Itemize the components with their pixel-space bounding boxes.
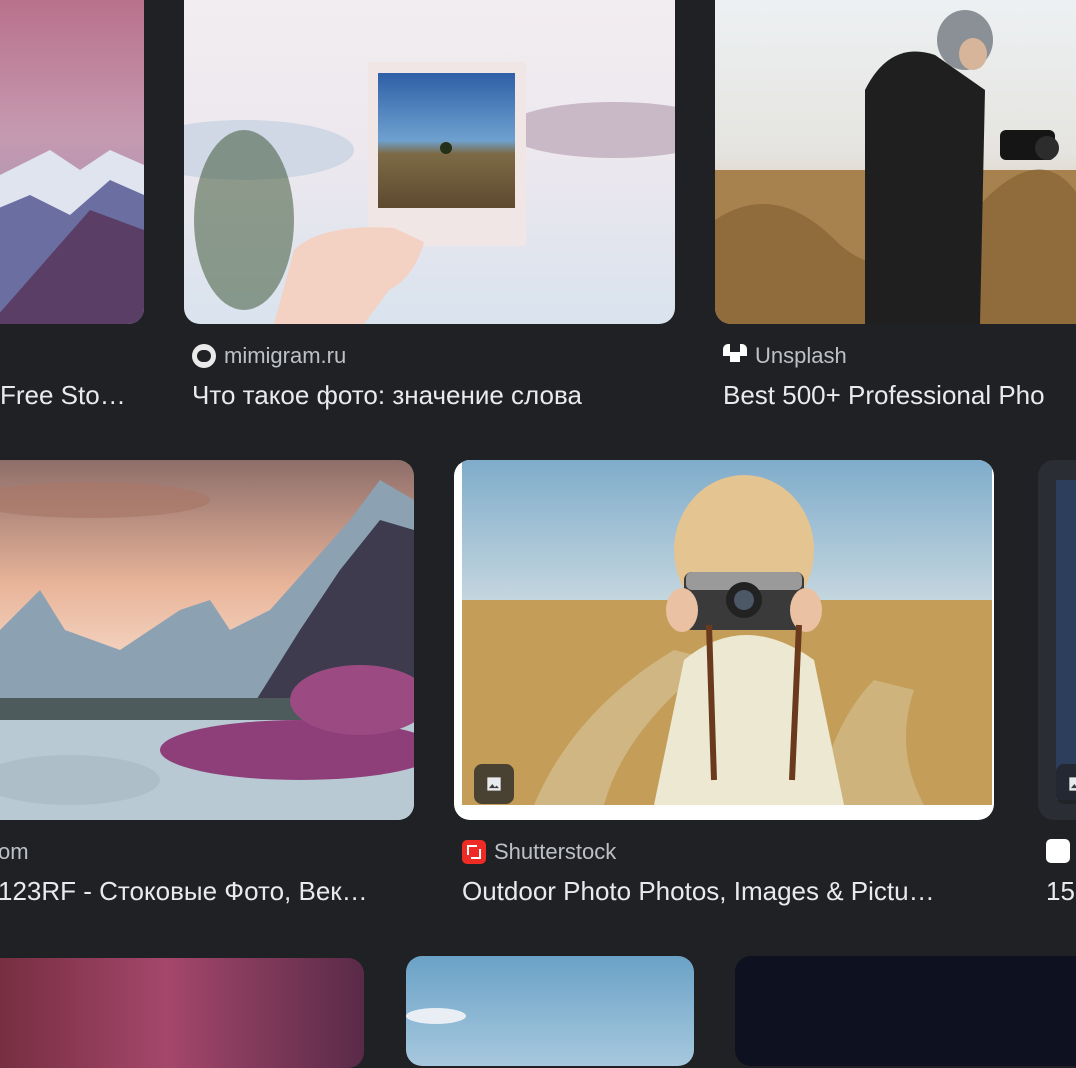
result-thumbnail[interactable]	[715, 0, 1076, 324]
unsplash-favicon-icon	[723, 344, 747, 368]
result-title[interactable]: 15	[1046, 876, 1076, 907]
result-thumbnail[interactable]	[0, 0, 144, 324]
pink-landscape-image	[0, 958, 364, 1068]
result-thumbnail[interactable]	[1038, 460, 1076, 820]
result-thumbnail[interactable]	[0, 460, 414, 820]
site-favicon-icon	[1046, 839, 1070, 863]
lake-mountains-image	[0, 460, 414, 820]
shutterstock-favicon-icon	[462, 840, 486, 864]
polaroid-photo-image	[184, 0, 675, 324]
result-thumbnail[interactable]	[0, 958, 364, 1068]
result-title[interactable]: Outdoor Photo Photos, Images & Pictu…	[462, 876, 990, 907]
result-thumbnail[interactable]	[735, 956, 1076, 1066]
result-source: Shutterstock	[462, 839, 616, 865]
result-source: Unsplash	[723, 343, 847, 369]
result-thumbnail[interactable]	[454, 460, 994, 820]
image-badge	[474, 764, 514, 804]
result-source: om	[0, 839, 29, 864]
result-source	[1046, 839, 1076, 863]
result-title[interactable]: Best 500+ Professional Pho	[723, 380, 1076, 411]
image-icon	[484, 774, 504, 794]
mimigram-favicon-icon	[192, 344, 216, 368]
photographer-field-image	[715, 0, 1076, 324]
result-title[interactable]: 123RF - Стоковые Фото, Век…	[0, 876, 408, 907]
result-thumbnail[interactable]	[184, 0, 675, 324]
blue-sky-image	[406, 956, 694, 1066]
result-source: mimigram.ru	[192, 343, 346, 369]
image-icon	[1066, 774, 1076, 794]
result-title[interactable]: Что такое фото: значение слова	[192, 380, 672, 411]
mountain-image	[0, 0, 144, 324]
result-title[interactable]: Free Sto…	[0, 380, 140, 411]
image-badge	[1056, 764, 1076, 804]
result-thumbnail[interactable]	[406, 956, 694, 1066]
girl-with-camera-image	[454, 460, 994, 820]
